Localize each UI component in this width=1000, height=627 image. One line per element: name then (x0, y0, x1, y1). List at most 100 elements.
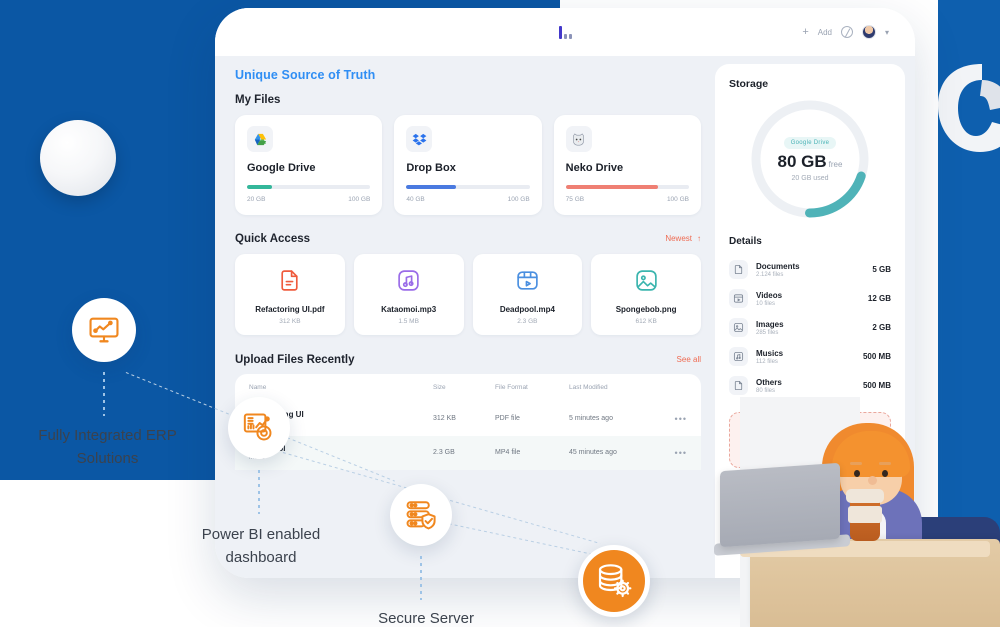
row-size: 312 KB (433, 415, 456, 422)
sort-label: Newest (665, 234, 692, 243)
row-modified: 5 minutes ago (569, 415, 613, 422)
drive-used: 75 GB (565, 195, 585, 203)
feature-label-server-line1: Secure Server (378, 610, 474, 627)
drive-name: Neko Drive (565, 162, 624, 174)
feature-badge-erp (72, 298, 136, 362)
others-file-icon (729, 376, 748, 395)
help-circle-icon[interactable] (840, 26, 853, 38)
file-name: Kataomoi.mp3 (381, 304, 437, 314)
row-actions-menu[interactable]: ••• (661, 414, 687, 424)
storage-donut-wrap: Google Drive 80 GB free 20 GB used (729, 96, 891, 222)
details-item-text: Others 80 files (756, 378, 855, 394)
drive-card[interactable]: Drop Box 40 GB 100 GB (394, 115, 542, 215)
storage-free-value: 80 GB free (778, 152, 843, 172)
details-item-images[interactable]: Images 285 files 2 GB (729, 313, 891, 342)
table-header-row: Name Size File Format Last Modified (235, 374, 701, 402)
drive-progress-bar (406, 185, 530, 189)
feature-badge-bi (228, 397, 290, 459)
details-size: 500 MB (862, 381, 891, 390)
see-all-link[interactable]: See all (677, 355, 701, 364)
chevron-down-icon[interactable]: ▾ (885, 28, 889, 37)
drive-used: 20 GB (247, 195, 266, 203)
avatar[interactable] (861, 25, 876, 39)
details-size: 12 GB (867, 294, 891, 303)
details-files: 112 files (756, 358, 778, 365)
details-name: Images (756, 319, 784, 329)
file-name: Refactoring UI.pdf (255, 304, 325, 314)
character-eye-left (854, 470, 860, 477)
drive-total: 100 GB (666, 195, 689, 203)
decorative-sphere (40, 120, 116, 196)
music-file-icon (360, 266, 458, 296)
drive-used: 40 GB (406, 195, 425, 203)
quick-access-item[interactable]: Spongebob.png 612 KB (591, 253, 701, 335)
file-size: 612 KB (635, 317, 657, 325)
coffee-cup-sleeve (848, 506, 882, 523)
file-name: Deadpool.mp4 (499, 304, 555, 314)
plus-icon[interactable]: + (802, 26, 808, 38)
app-topbar: + Add ▾ (215, 8, 915, 56)
details-item-musics[interactable]: Musics 112 files 500 MB (729, 342, 891, 371)
details-item-others[interactable]: Others 80 files 500 MB (729, 371, 891, 400)
drive-meta: 20 GB 100 GB (247, 196, 370, 203)
details-heading: Details (729, 236, 762, 247)
pdf-file-icon (241, 266, 339, 296)
storage-badge: Google Drive (783, 136, 837, 149)
table-row[interactable]: Refactoring UI them 312 KB PDF file 5 mi… (235, 402, 701, 436)
dashboard-main-column: Unique Source of Truth My Files Google D… (225, 64, 705, 578)
uploads-table: Name Size File Format Last Modified Refa… (235, 373, 701, 470)
quick-access-item[interactable]: Deadpool.mp4 2.3 GB (472, 253, 583, 335)
arrow-up-icon: ↑ (697, 234, 701, 243)
dropbox-icon (406, 126, 433, 152)
google-drive-icon (247, 126, 273, 152)
storage-free-number: 80 GB (777, 151, 827, 171)
column-header-size: Size (433, 384, 446, 391)
feature-label-bi: Power BI enabled dashboard (155, 524, 367, 569)
coffee-cup-lid (846, 489, 884, 503)
quick-access-item[interactable]: Refactoring UI.pdf 312 KB (235, 253, 345, 335)
drive-total: 100 GB (507, 195, 530, 203)
drive-meta: 75 GB 100 GB (566, 196, 689, 203)
character-nose (868, 476, 877, 485)
details-item-documents[interactable]: Documents 2.124 files 5 GB (729, 255, 891, 284)
details-item-text: Musics 112 files (756, 349, 855, 365)
image-file-icon (597, 266, 695, 296)
topbar-actions: + Add ▾ (802, 25, 889, 39)
add-button[interactable]: Add (818, 28, 832, 37)
quick-access-sort[interactable]: Newest ↑ (665, 234, 701, 243)
details-item-videos[interactable]: Videos 10 files 12 GB (729, 284, 891, 313)
my-files-heading: My Files (235, 94, 281, 106)
page-title: Unique Source of Truth (235, 68, 376, 82)
details-name: Videos (756, 290, 783, 300)
feature-label-erp: Fully Integrated ERP Solutions (0, 425, 215, 470)
quick-access-item[interactable]: Kataomoi.mp3 1.5 MB (353, 253, 464, 335)
storage-free-label: free (828, 159, 843, 169)
storage-donut-chart: Google Drive 80 GB free 20 GB used (747, 96, 873, 222)
column-header-name: Name (249, 384, 267, 391)
neko-cat-icon (565, 126, 592, 152)
feature-badge-server (390, 484, 452, 546)
details-files: 285 files (756, 329, 779, 336)
illustration-scene (714, 397, 1000, 627)
storage-used-label: 20 GB used (791, 174, 829, 182)
drive-name: Drop Box (406, 162, 456, 174)
details-item-text: Images 285 files (756, 320, 864, 336)
row-actions-menu[interactable]: ••• (661, 448, 687, 458)
details-name: Musics (756, 348, 784, 358)
drive-progress-bar (247, 185, 371, 189)
decorative-ribbon (936, 62, 1000, 154)
character-brow-left (850, 462, 862, 465)
storage-donut-center: Google Drive 80 GB free 20 GB used (747, 96, 873, 222)
feature-label-erp-line2: Solutions (76, 449, 139, 467)
drive-progress-bar (565, 185, 689, 189)
drive-card[interactable]: Neko Drive 75 GB 100 GB (553, 115, 701, 215)
document-icon (729, 260, 748, 279)
drive-card[interactable]: Google Drive 20 GB 100 GB (235, 115, 383, 215)
connector-line-erp (103, 372, 105, 416)
table-row[interactable]: Deadpool movie 2.3 GB MP4 file 45 minute… (235, 435, 701, 470)
drive-total: 100 GB (348, 195, 371, 203)
analytics-logo-icon (558, 25, 572, 39)
row-format: MP4 file (495, 449, 521, 456)
details-size: 2 GB (872, 323, 891, 332)
drive-name: Google Drive (247, 162, 316, 174)
